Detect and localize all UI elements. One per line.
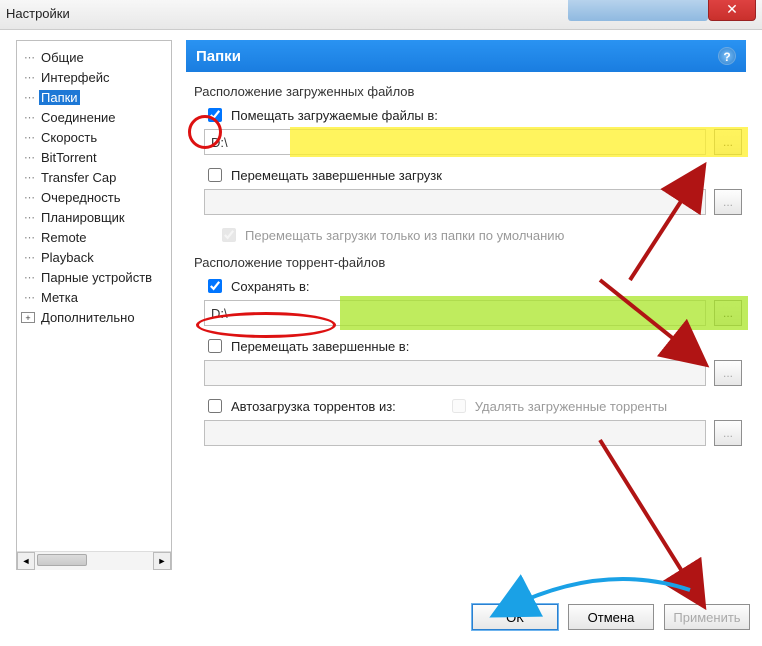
- help-icon[interactable]: ?: [718, 47, 736, 65]
- input-put-new-path[interactable]: [204, 129, 706, 155]
- tree-item-scheduler[interactable]: ⋯Планировщик: [21, 207, 167, 227]
- title-bar: Настройки ✕: [0, 0, 762, 30]
- category-tree: ⋯Общие ⋯Интерфейс ⋯Папки ⋯Соединение ⋯Ск…: [16, 40, 172, 570]
- tree-item-label[interactable]: ⋯Метка: [21, 287, 167, 307]
- window-title: Настройки: [6, 6, 70, 21]
- tree-item-remote[interactable]: ⋯Remote: [21, 227, 167, 247]
- apply-button: Применить: [664, 604, 750, 630]
- tree-item-queue[interactable]: ⋯Очередность: [21, 187, 167, 207]
- scroll-track[interactable]: [35, 552, 153, 570]
- pathrow-move-completed: ...: [204, 189, 742, 215]
- pathrow-autoload: ...: [204, 420, 742, 446]
- ok-button[interactable]: ОК: [472, 604, 558, 630]
- input-move-torrents-path: [204, 360, 706, 386]
- cancel-button[interactable]: Отмена: [568, 604, 654, 630]
- checkbox-move-completed[interactable]: [208, 168, 222, 182]
- settings-panel: Папки ? Расположение загруженных файлов …: [186, 40, 746, 462]
- browse-save-torrents-button[interactable]: ...: [714, 300, 742, 326]
- label-delete-loaded: Удалять загруженные торренты: [475, 399, 667, 414]
- dialog-footer: ОК Отмена Применить: [0, 600, 750, 634]
- checkbox-delete-loaded: [452, 399, 466, 413]
- close-button[interactable]: ✕: [708, 0, 756, 21]
- scroll-thumb[interactable]: [37, 554, 87, 566]
- checkbox-autoload[interactable]: [208, 399, 222, 413]
- row-move-torrents: Перемещать завершенные в:: [204, 336, 742, 356]
- browse-move-completed-button: ...: [714, 189, 742, 215]
- browse-move-torrents-button: ...: [714, 360, 742, 386]
- input-save-torrents-path[interactable]: [204, 300, 706, 326]
- tree-item-folders[interactable]: ⋯Папки: [21, 87, 167, 107]
- scroll-right-icon[interactable]: ►: [153, 552, 171, 570]
- checkbox-move-torrents[interactable]: [208, 339, 222, 353]
- row-autoload: Автозагрузка торрентов из: Удалять загру…: [204, 396, 742, 416]
- section-torrent-files-title: Расположение торрент-файлов: [194, 255, 742, 270]
- tree-item-paired[interactable]: ⋯Парные устройств: [21, 267, 167, 287]
- pathrow-put-new: ...: [204, 129, 742, 155]
- tree-item-bittorrent[interactable]: ⋯BitTorrent: [21, 147, 167, 167]
- tree-item-connection[interactable]: ⋯Соединение: [21, 107, 167, 127]
- label-move-completed: Перемещать завершенные загрузк: [231, 168, 442, 183]
- pathrow-move-torrents: ...: [204, 360, 742, 386]
- row-put-new-downloads: Помещать загружаемые файлы в:: [204, 105, 742, 125]
- tree-item-general[interactable]: ⋯Общие: [21, 47, 167, 67]
- tree-item-advanced[interactable]: +Дополнительно: [21, 307, 167, 327]
- row-move-completed: Перемещать завершенные загрузк: [204, 165, 742, 185]
- tree-item-speed[interactable]: ⋯Скорость: [21, 127, 167, 147]
- row-only-default: Перемещать загрузки только из папки по у…: [218, 225, 742, 245]
- tree-horizontal-scrollbar[interactable]: ◄ ►: [17, 551, 171, 569]
- section-downloaded-files-title: Расположение загруженных файлов: [194, 84, 742, 99]
- label-move-torrents: Перемещать завершенные в:: [231, 339, 409, 354]
- checkbox-save-torrents[interactable]: [208, 279, 222, 293]
- input-autoload-path: [204, 420, 706, 446]
- checkbox-only-default: [222, 228, 236, 242]
- scroll-left-icon[interactable]: ◄: [17, 552, 35, 570]
- input-move-completed-path: [204, 189, 706, 215]
- tree-item-playback[interactable]: ⋯Playback: [21, 247, 167, 267]
- browse-put-new-button[interactable]: ...: [714, 129, 742, 155]
- tree-list[interactable]: ⋯Общие ⋯Интерфейс ⋯Папки ⋯Соединение ⋯Ск…: [17, 41, 171, 549]
- tree-item-interface[interactable]: ⋯Интерфейс: [21, 67, 167, 87]
- tree-item-transfer-cap[interactable]: ⋯Transfer Cap: [21, 167, 167, 187]
- label-only-default: Перемещать загрузки только из папки по у…: [245, 228, 564, 243]
- label-save-torrents: Сохранять в:: [231, 279, 310, 294]
- checkbox-put-new-downloads[interactable]: [208, 108, 222, 122]
- row-save-torrents: Сохранять в:: [204, 276, 742, 296]
- label-autoload: Автозагрузка торрентов из:: [231, 399, 396, 414]
- panel-title: Папки: [196, 48, 241, 65]
- window-caption-glass: [568, 0, 708, 21]
- browse-autoload-button: ...: [714, 420, 742, 446]
- pathrow-save-torrents: ...: [204, 300, 742, 326]
- panel-header: Папки ?: [186, 40, 746, 72]
- label-put-new-downloads: Помещать загружаемые файлы в:: [231, 108, 438, 123]
